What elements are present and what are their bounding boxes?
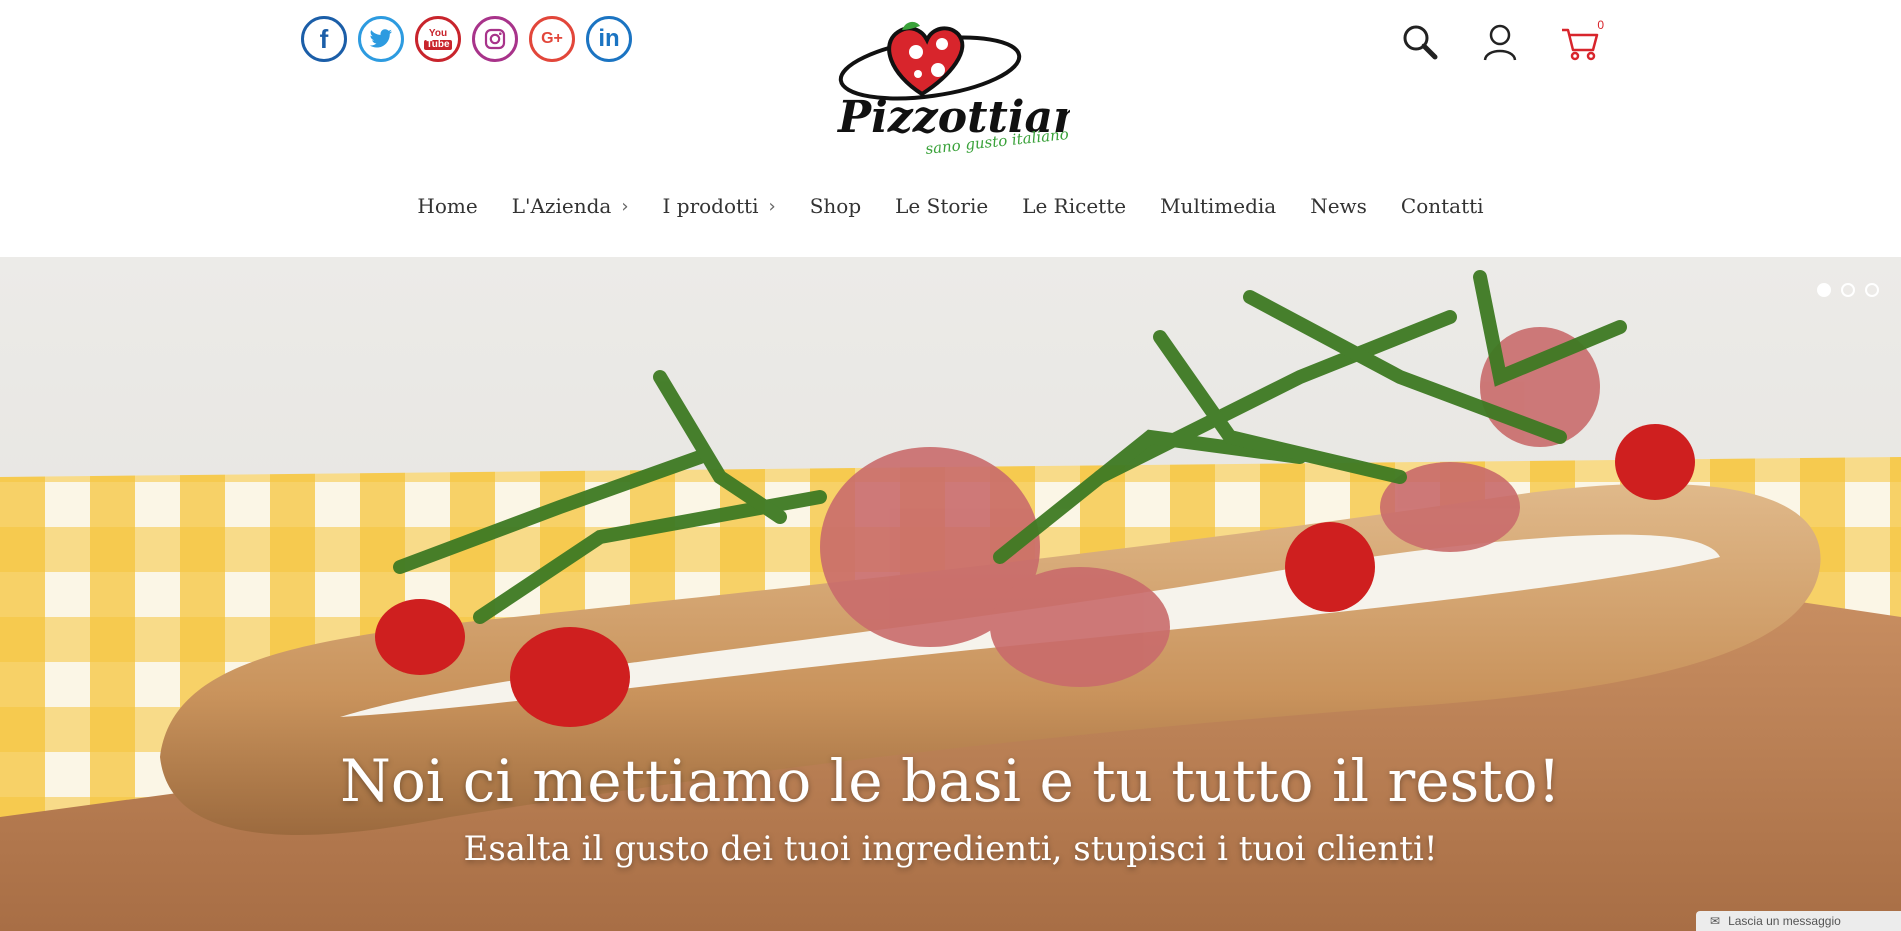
search-icon[interactable] [1400,22,1440,62]
nav-label: Le Ricette [1022,194,1127,218]
site-logo[interactable]: Pizzottiamo sano gusto italiano [830,14,1129,166]
instagram-icon[interactable] [472,16,518,62]
slider-pagination [1817,283,1879,297]
youtube-label-bottom: Tube [424,38,452,50]
nav-item-multimedia[interactable]: Multimedia [1143,194,1293,218]
twitter-icon[interactable] [358,16,404,62]
chat-widget[interactable]: ✉ Lascia un messaggio [1696,911,1901,931]
nav-item-ricette[interactable]: Le Ricette [1005,194,1143,218]
user-account-icon[interactable] [1480,22,1520,62]
google-plus-icon[interactable]: G+ [529,16,575,62]
nav-label: I prodotti [662,194,759,218]
nav-label: L'Azienda [511,194,612,218]
nav-item-contatti[interactable]: Contatti [1384,194,1501,218]
linkedin-icon[interactable]: in [586,16,632,62]
youtube-label-top: You [428,27,448,39]
main-nav: Home L'Azienda › I prodotti › Shop Le Stor… [0,194,1901,218]
slider-dot[interactable] [1841,283,1855,297]
nav-item-shop[interactable]: Shop [793,194,878,218]
chevron-right-icon: › [621,195,629,217]
slider-dot[interactable] [1817,283,1831,297]
envelope-icon: ✉ [1710,914,1721,928]
cart-count-badge: 0 [1597,18,1604,32]
slider-dot[interactable] [1865,283,1879,297]
header-tools: 0 [1400,18,1604,62]
facebook-icon[interactable]: f [301,16,347,62]
nav-item-azienda[interactable]: L'Azienda › [495,194,646,218]
nav-label: Shop [809,194,862,218]
nav-item-storie[interactable]: Le Storie [878,194,1005,218]
hero-subline: Esalta il gusto dei tuoi ingredienti, st… [463,829,1438,869]
nav-label: Multimedia [1160,194,1277,218]
youtube-icon[interactable]: You Tube [415,16,461,62]
hero-slider: Noi ci mettiamo le basi e tu tutto il re… [0,257,1901,931]
nav-label: Contatti [1400,194,1484,218]
nav-item-prodotti[interactable]: I prodotti › [646,194,793,218]
hero-headline: Noi ci mettiamo le basi e tu tutto il re… [340,747,1561,815]
chat-label: Lascia un messaggio [1728,914,1841,928]
nav-item-home[interactable]: Home [400,194,494,218]
chevron-right-icon: › [768,195,776,217]
social-links: f You Tube G+ in [301,16,632,62]
site-header: f You Tube G+ in Pizzottiamo sano gusto … [0,0,1901,257]
nav-item-news[interactable]: News [1293,194,1384,218]
cart-icon[interactable]: 0 [1560,18,1604,62]
nav-label: News [1310,194,1367,218]
nav-label: Home [417,194,478,218]
nav-label: Le Storie [895,194,989,218]
